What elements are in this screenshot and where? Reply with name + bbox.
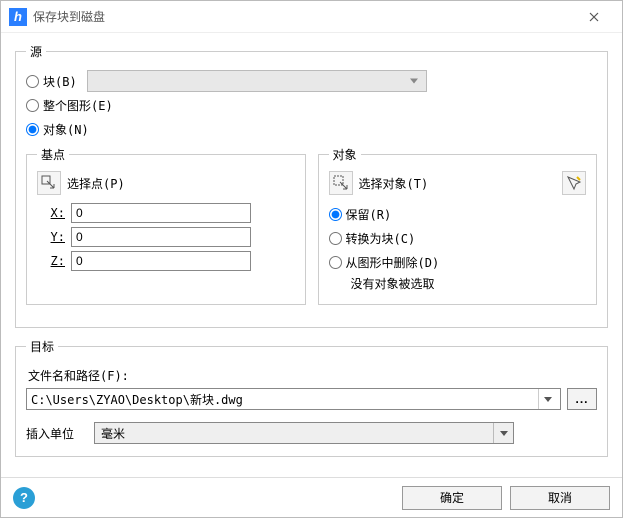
browse-button[interactable]: ... (567, 388, 597, 410)
chevron-down-icon[interactable] (538, 389, 556, 409)
radio-delete[interactable] (329, 256, 342, 269)
radio-delete-label: 从图形中删除(D) (346, 254, 440, 271)
quick-select-button[interactable] (562, 171, 586, 195)
objects-group: 对象 选择对象(T) 保留(R) (318, 146, 598, 305)
pick-point-label: 选择点(P) (67, 175, 125, 192)
select-objects-label: 选择对象(T) (359, 175, 429, 192)
path-label: 文件名和路径(F): (28, 367, 597, 384)
radio-convert[interactable] (329, 232, 342, 245)
radio-retain-label: 保留(R) (346, 206, 392, 223)
dialog-footer: ? 确定 取消 (1, 477, 622, 517)
ok-button[interactable]: 确定 (402, 486, 502, 510)
window-title: 保存块到磁盘 (33, 8, 105, 25)
x-label: X: (37, 206, 65, 220)
pick-point-icon (41, 175, 57, 191)
unit-select[interactable]: 毫米 (94, 422, 514, 444)
chevron-down-icon[interactable] (493, 423, 513, 443)
select-objects-icon (333, 175, 349, 191)
dialog-window: h 保存块到磁盘 源 块(B) 整个图形(E) 对象(N) (0, 0, 623, 518)
unit-value: 毫米 (101, 425, 125, 442)
objects-legend: 对象 (329, 146, 361, 163)
z-input[interactable] (71, 251, 251, 271)
unit-label: 插入单位 (26, 425, 74, 442)
y-label: Y: (37, 230, 65, 244)
radio-block[interactable] (26, 75, 39, 88)
y-input[interactable] (71, 227, 251, 247)
path-value: C:\Users\ZYAO\Desktop\新块.dwg (31, 391, 538, 408)
source-legend: 源 (26, 43, 46, 60)
block-name-combo (87, 70, 427, 92)
source-group: 源 块(B) 整个图形(E) 对象(N) 基点 (15, 43, 608, 328)
target-legend: 目标 (26, 338, 58, 355)
close-icon (589, 12, 599, 22)
path-combo[interactable]: C:\Users\ZYAO\Desktop\新块.dwg (26, 388, 561, 410)
titlebar: h 保存块到磁盘 (1, 1, 622, 33)
radio-objects-label: 对象(N) (43, 121, 89, 138)
help-button[interactable]: ? (13, 487, 35, 509)
target-group: 目标 文件名和路径(F): C:\Users\ZYAO\Desktop\新块.d… (15, 338, 608, 457)
basepoint-legend: 基点 (37, 146, 69, 163)
x-input[interactable] (71, 203, 251, 223)
quick-select-icon (566, 175, 582, 191)
cancel-button[interactable]: 取消 (510, 486, 610, 510)
radio-objects[interactable] (26, 123, 39, 136)
radio-retain[interactable] (329, 208, 342, 221)
radio-block-label: 块(B) (43, 73, 77, 90)
radio-whole-label: 整个图形(E) (43, 97, 113, 114)
radio-convert-label: 转换为块(C) (346, 230, 416, 247)
select-objects-button[interactable] (329, 171, 353, 195)
close-button[interactable] (574, 3, 614, 31)
radio-whole-drawing[interactable] (26, 99, 39, 112)
help-icon: ? (20, 490, 28, 505)
objects-status: 没有对象被选取 (351, 275, 587, 292)
basepoint-group: 基点 选择点(P) X: Y: (26, 146, 306, 305)
app-icon: h (9, 8, 27, 26)
pick-point-button[interactable] (37, 171, 61, 195)
z-label: Z: (37, 254, 65, 268)
